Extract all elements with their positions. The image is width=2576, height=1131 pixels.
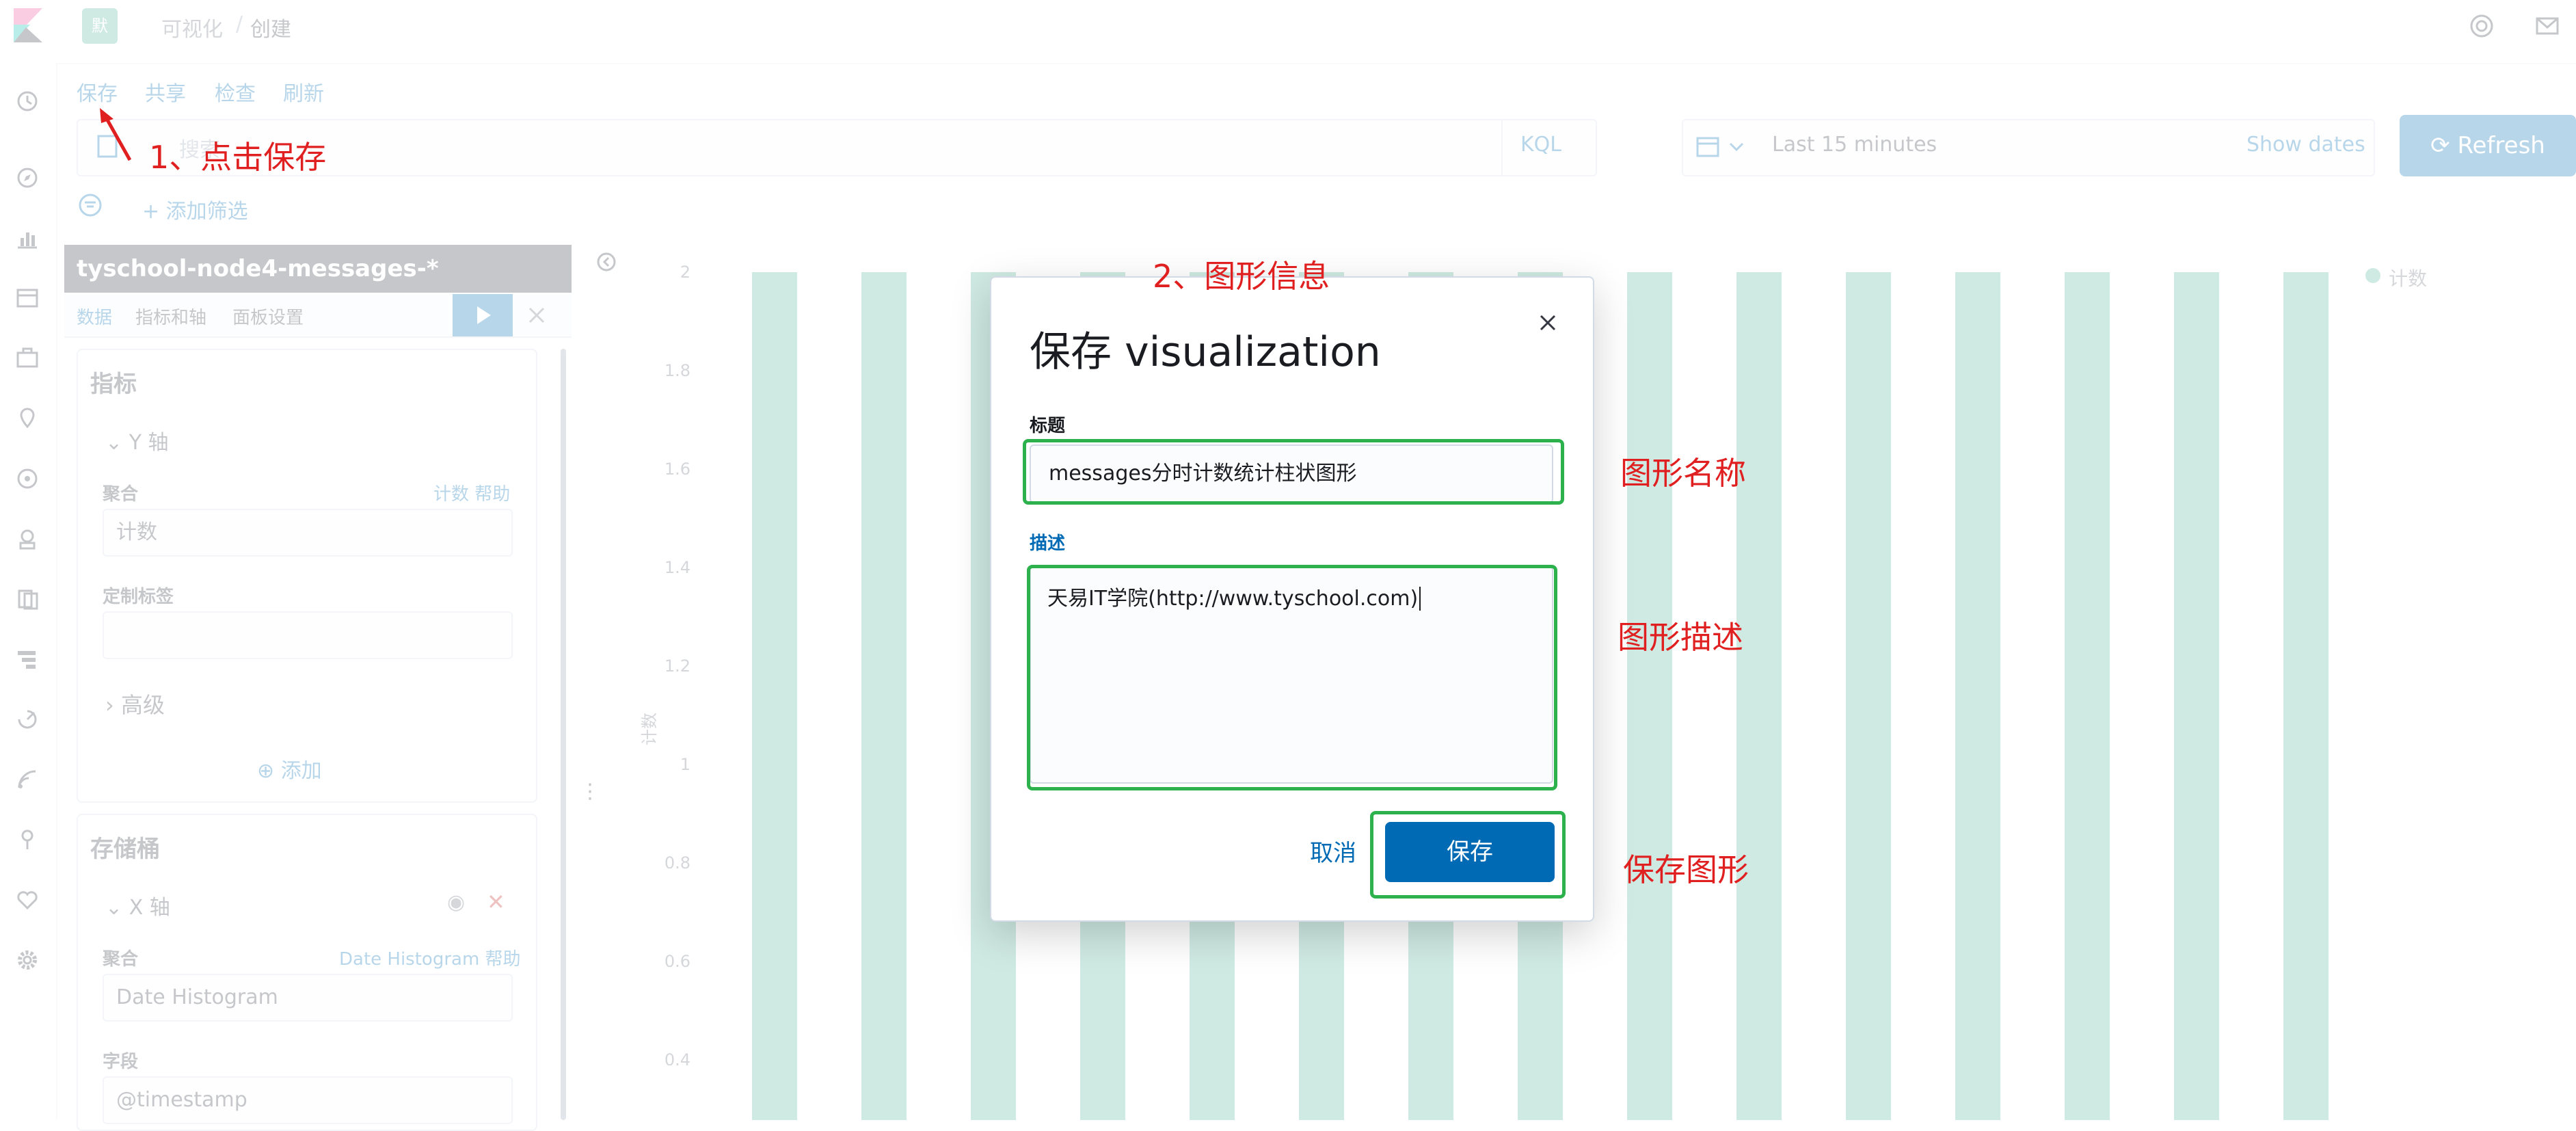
y-axis-title: 计数	[640, 713, 659, 745]
description-field-label: 描述	[1030, 533, 1066, 554]
legend-dot[interactable]	[2365, 268, 2380, 283]
highlight-description-box	[1027, 565, 1557, 790]
chart-bar[interactable]	[1736, 272, 1782, 1120]
annotation-description: 图形描述	[1618, 619, 1743, 656]
chart-bar[interactable]	[2174, 272, 2219, 1120]
annotation-save: 保存图形	[1623, 851, 1749, 888]
annotation-step2: 2、图形信息	[1153, 258, 1330, 295]
chart-bar[interactable]	[2283, 272, 2329, 1120]
y-tick-label: 0.4	[664, 1050, 690, 1069]
highlight-title-box	[1023, 439, 1564, 505]
annotation-step1: 1、点击保存	[149, 139, 327, 176]
annotation-arrow-icon	[96, 108, 137, 163]
close-icon[interactable]	[1534, 309, 1561, 336]
y-tick-label: 1.4	[664, 558, 690, 577]
title-field-label: 标题	[1030, 416, 1066, 436]
legend-label[interactable]: 计数	[2389, 264, 2427, 291]
y-tick-label: 1.8	[664, 361, 690, 380]
y-tick-label: 0.8	[664, 853, 690, 873]
y-tick-label: 1.2	[664, 656, 690, 676]
chart-bar[interactable]	[1627, 272, 1672, 1120]
chart-bar[interactable]	[1846, 272, 1891, 1120]
annotation-name: 图形名称	[1620, 455, 1746, 492]
chart-bar[interactable]	[752, 272, 797, 1120]
chart-bar[interactable]	[861, 272, 907, 1120]
y-tick-label: 1	[680, 755, 690, 774]
y-tick-label: 0.6	[664, 952, 690, 971]
modal-title: 保存 visualization	[1030, 328, 1381, 376]
chart-bar[interactable]	[2065, 272, 2110, 1120]
chart-bar[interactable]	[1955, 272, 2000, 1120]
y-tick-label: 1.6	[664, 460, 690, 479]
y-tick-label: 2	[680, 263, 690, 282]
cancel-button[interactable]: 取消	[1292, 826, 1374, 881]
highlight-save-box	[1370, 811, 1566, 899]
